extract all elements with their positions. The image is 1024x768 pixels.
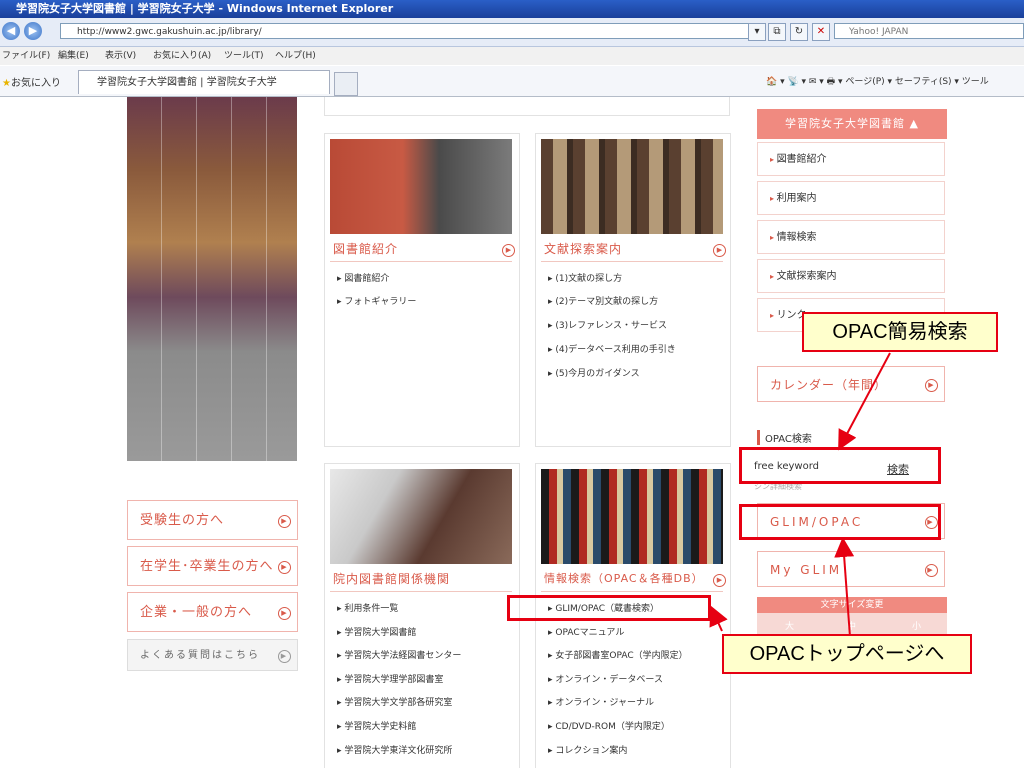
menu-tools[interactable]: ツール(T): [224, 47, 264, 65]
forward-icon[interactable]: ▶: [24, 22, 42, 40]
window-title: 学習院女子大学図書館 | 学習院女子大学 - Windows Internet …: [16, 2, 394, 15]
window-titlebar: 学習院女子大学図書館 | 学習院女子大学 - Windows Internet …: [0, 0, 1024, 18]
navigation-bar: ◀ ▶ http://www2.gwc.gakushuin.ac.jp/libr…: [0, 18, 1024, 47]
menu-file[interactable]: ファイル(F): [2, 47, 50, 65]
callout-opac-top-page: OPACトップページへ: [722, 634, 972, 674]
new-tab-button[interactable]: [334, 72, 358, 96]
page-content: 図書館紹介 ▶ 図書館紹介 フォトギャラリー 文献探索案内 ▶ (1)文献の探し…: [0, 97, 1024, 768]
compat-view-icon[interactable]: ⧉: [768, 23, 786, 41]
back-icon[interactable]: ◀: [2, 22, 20, 40]
address-bar[interactable]: http://www2.gwc.gakushuin.ac.jp/library/: [60, 23, 760, 39]
arrow-to-glim-link: [709, 605, 728, 632]
menu-favorites[interactable]: お気に入り(A): [153, 47, 211, 65]
browser-tab[interactable]: 学習院女子大学図書館 | 学習院女子大学: [78, 70, 330, 94]
favorites-bar: ★お気に入り 学習院女子大学図書館 | 学習院女子大学 🏠 ▾ 📡 ▾ ✉ ▾ …: [0, 66, 1024, 97]
favorites-button[interactable]: ★お気に入り: [2, 74, 61, 89]
callout-opac-quick-search: OPAC簡易検索: [802, 312, 998, 352]
arrow-to-opac-search: [838, 352, 891, 451]
arrow-to-glim-button: [834, 537, 855, 638]
menu-bar: ファイル(F) 編集(E) 表示(V) お気に入り(A) ツール(T) ヘルプ(…: [0, 47, 1024, 65]
menu-edit[interactable]: 編集(E): [58, 47, 89, 65]
menu-view[interactable]: 表示(V): [105, 47, 136, 65]
menu-help[interactable]: ヘルプ(H): [275, 47, 316, 65]
command-bar[interactable]: 🏠 ▾ 📡 ▾ ✉ ▾ 🖶 ▾ ページ(P) ▾ セーフティ(S) ▾ ツール: [766, 74, 989, 90]
star-icon: ★: [2, 78, 11, 89]
favorites-label: お気に入り: [10, 78, 61, 89]
stop-icon[interactable]: ✕: [812, 23, 830, 41]
refresh-icon[interactable]: ↻: [790, 23, 808, 41]
address-dropdown-icon[interactable]: ▾: [748, 23, 766, 41]
search-input[interactable]: Yahoo! JAPAN: [834, 23, 1024, 39]
